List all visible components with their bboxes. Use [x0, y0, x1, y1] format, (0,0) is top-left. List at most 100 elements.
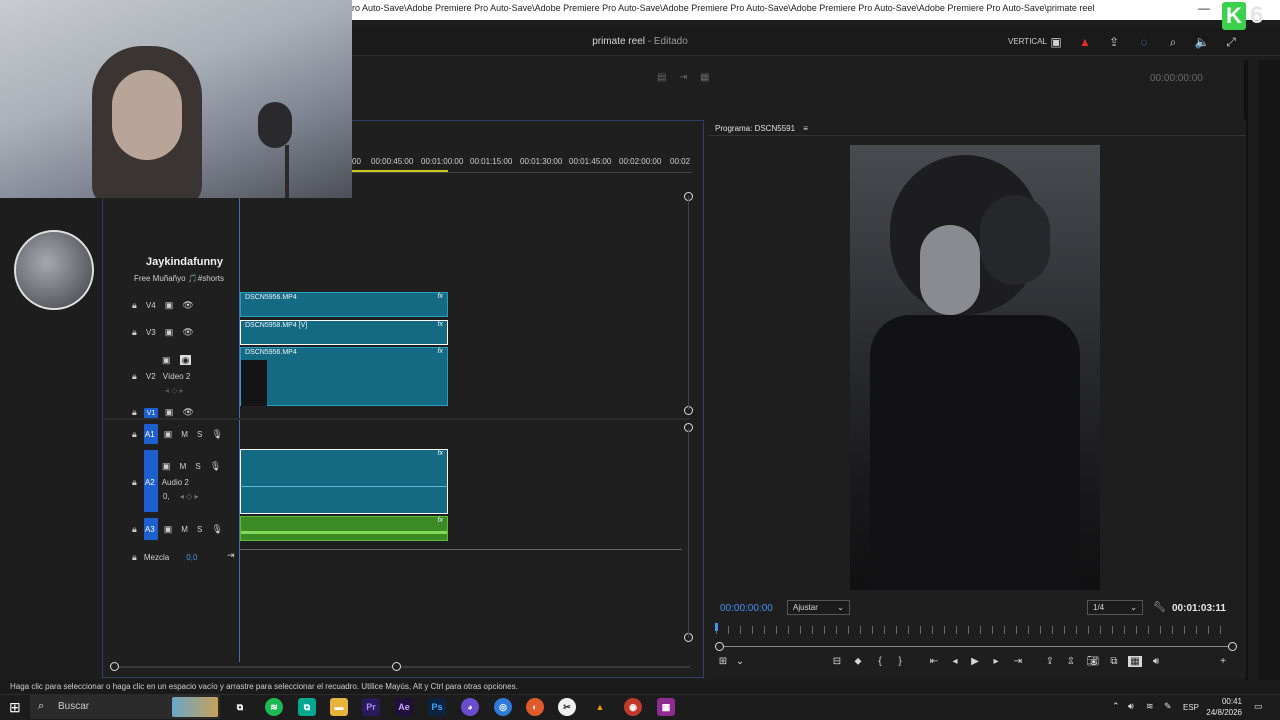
- marker-icon[interactable]: ⬥: [851, 656, 865, 667]
- eye-icon[interactable]: 👁︎: [183, 407, 194, 417]
- scrub-handle-left[interactable]: [715, 642, 724, 651]
- program-timecode[interactable]: 00:00:00:00: [720, 603, 773, 614]
- keyframe-nav[interactable]: ◂ ◇ ▸: [165, 386, 184, 395]
- lift-icon[interactable]: ⊟: [830, 656, 844, 667]
- discord-icon[interactable]: ◕: [461, 698, 479, 716]
- sync-icon[interactable]: ▣: [165, 300, 174, 310]
- workspace-panel-icon[interactable]: ▣: [1048, 34, 1064, 50]
- volume-icon[interactable]: 🔈: [1194, 34, 1210, 50]
- share-icon[interactable]: ⇪: [1106, 34, 1122, 50]
- step-back-icon[interactable]: ◂: [948, 656, 962, 667]
- mute-button[interactable]: M: [180, 462, 187, 471]
- zoom-handle-right[interactable]: [392, 662, 401, 671]
- workspace-layout-label[interactable]: VERTICAL: [1008, 34, 1047, 50]
- lock-icon[interactable]: 🔒︎: [132, 407, 137, 417]
- tray-wifi-icon[interactable]: ≋: [1146, 701, 1154, 712]
- chevron-down-icon[interactable]: ⌄: [733, 656, 747, 667]
- mix-end-icon[interactable]: ⇥: [227, 550, 235, 561]
- lift-extract-icon[interactable]: ⇪: [1043, 656, 1057, 667]
- notifications-icon[interactable]: ▭: [1254, 701, 1263, 712]
- safe-margins-icon[interactable]: ⊞: [716, 656, 730, 667]
- track-a2-volume[interactable]: 0, ◂ ◇ ▸: [163, 492, 199, 501]
- lock-icon[interactable]: 🔒︎: [132, 300, 137, 310]
- sync-icon[interactable]: ▣: [162, 461, 171, 471]
- source-insert-icon[interactable]: ⇥: [679, 72, 687, 83]
- program-video-frame[interactable]: [850, 145, 1100, 590]
- zoom-handle-left[interactable]: [110, 662, 119, 671]
- browser-icon[interactable]: ◐: [526, 698, 544, 716]
- extract-icon[interactable]: ⇫: [1064, 656, 1078, 667]
- chrome-icon[interactable]: ◎: [494, 698, 512, 716]
- go-to-out-icon[interactable]: ⇥: [1011, 656, 1025, 667]
- timeline-ruler[interactable]: 00 00:00:45:00 00:01:00:00 00:01:15:00 0…: [352, 152, 692, 176]
- microphone-icon[interactable]: 🎙︎: [211, 429, 222, 439]
- lock-icon[interactable]: 🔒︎: [132, 477, 137, 487]
- taskbar-search[interactable]: ⌕ Buscar: [30, 695, 220, 719]
- after-effects-app[interactable]: Ae: [395, 698, 413, 716]
- windows-start-icon[interactable]: ⊞: [9, 699, 21, 716]
- video-audio-divider[interactable]: [104, 418, 690, 420]
- eye-icon[interactable]: 👁︎: [182, 300, 193, 310]
- mute-button[interactable]: M: [181, 525, 188, 534]
- sync-icon[interactable]: ▣: [165, 407, 174, 417]
- clip-a2-audio[interactable]: fx: [240, 449, 448, 514]
- clip-v2[interactable]: DSCN5956.MP4 fx: [240, 347, 448, 406]
- mark-in-icon[interactable]: {: [873, 656, 887, 667]
- lock-icon[interactable]: 🔒︎: [132, 552, 137, 562]
- tray-pen-icon[interactable]: ✎: [1164, 701, 1172, 712]
- eye-icon[interactable]: 👁︎: [182, 327, 193, 337]
- obs-icon[interactable]: ◉: [624, 698, 642, 716]
- lock-icon[interactable]: 🔒︎: [132, 429, 137, 439]
- fit-dropdown[interactable]: Ajustar ⌄: [787, 600, 850, 615]
- vertical-scrollbar[interactable]: [688, 428, 689, 638]
- lock-icon[interactable]: 🔒︎: [132, 327, 137, 337]
- clip-a3-audio[interactable]: fx: [240, 516, 448, 541]
- horizontal-scrollbar[interactable]: [114, 666, 690, 668]
- source-overwrite-icon[interactable]: ▤: [657, 72, 666, 83]
- go-to-in-icon[interactable]: ⇤: [927, 656, 941, 667]
- clip-v4[interactable]: DSCN5956.MP4 fx: [240, 292, 448, 317]
- winrar-icon[interactable]: ▦: [657, 698, 675, 716]
- sync-icon[interactable]: ▣: [165, 327, 174, 337]
- program-playhead[interactable]: [715, 623, 718, 631]
- file-explorer-icon[interactable]: ▬: [330, 698, 348, 716]
- source-export-icon[interactable]: ▦: [700, 72, 709, 83]
- mute-button[interactable]: M: [181, 430, 188, 439]
- camera-icon[interactable]: 📷︎: [1086, 656, 1100, 667]
- task-view-icon[interactable]: ⧉: [231, 698, 249, 716]
- solo-button[interactable]: S: [195, 462, 200, 471]
- fullscreen-icon[interactable]: ⤢: [1223, 34, 1239, 50]
- solo-button[interactable]: S: [197, 525, 202, 534]
- wrench-icon[interactable]: 🔧︎: [1153, 602, 1166, 613]
- lock-icon[interactable]: 🔒︎: [132, 371, 137, 381]
- step-forward-icon[interactable]: ▸: [989, 656, 1003, 667]
- eye-hidden-icon[interactable]: ◉: [179, 355, 192, 365]
- photoshop-app[interactable]: Ps: [428, 698, 446, 716]
- tray-chevron-up-icon[interactable]: ⌃: [1112, 701, 1120, 712]
- taskbar-clock[interactable]: 00:41 24/8/2026: [1200, 696, 1242, 718]
- warning-icon[interactable]: ▲: [1077, 34, 1093, 50]
- spotify-icon[interactable]: ≋: [265, 698, 283, 716]
- solo-button[interactable]: S: [197, 430, 202, 439]
- scrub-bar[interactable]: [720, 646, 1232, 647]
- vr-toggle-icon[interactable]: ▦: [1128, 656, 1142, 667]
- comparison-view-icon[interactable]: ⧉: [1107, 656, 1121, 667]
- premiere-pro-app[interactable]: Pr: [362, 698, 380, 716]
- sync-icon[interactable]: ▣: [164, 524, 173, 534]
- add-button-icon[interactable]: +: [1216, 656, 1230, 667]
- mark-out-icon[interactable]: }: [893, 656, 907, 667]
- microphone-icon[interactable]: 🎙︎: [211, 524, 222, 534]
- mini-time-ruler[interactable]: [716, 626, 1232, 634]
- search-icon[interactable]: ⌕: [1165, 34, 1181, 50]
- keyframe-nav[interactable]: ◂ ◇ ▸: [180, 492, 199, 501]
- resolution-dropdown[interactable]: 1/4 ⌄: [1087, 600, 1143, 615]
- clip-v3-selected[interactable]: DSCN5958.MP4 [V] fx: [240, 320, 448, 345]
- tray-language[interactable]: ESP: [1183, 703, 1199, 712]
- capcut-icon[interactable]: ✂: [558, 698, 576, 716]
- sync-icon[interactable]: ▣: [162, 355, 171, 365]
- volume-icon[interactable]: 🔊︎: [1149, 656, 1163, 667]
- scrub-handle-right[interactable]: [1228, 642, 1237, 651]
- sync-icon[interactable]: ▣: [164, 429, 173, 439]
- lock-icon[interactable]: 🔒︎: [132, 524, 137, 534]
- vlc-icon[interactable]: ▲: [591, 698, 609, 716]
